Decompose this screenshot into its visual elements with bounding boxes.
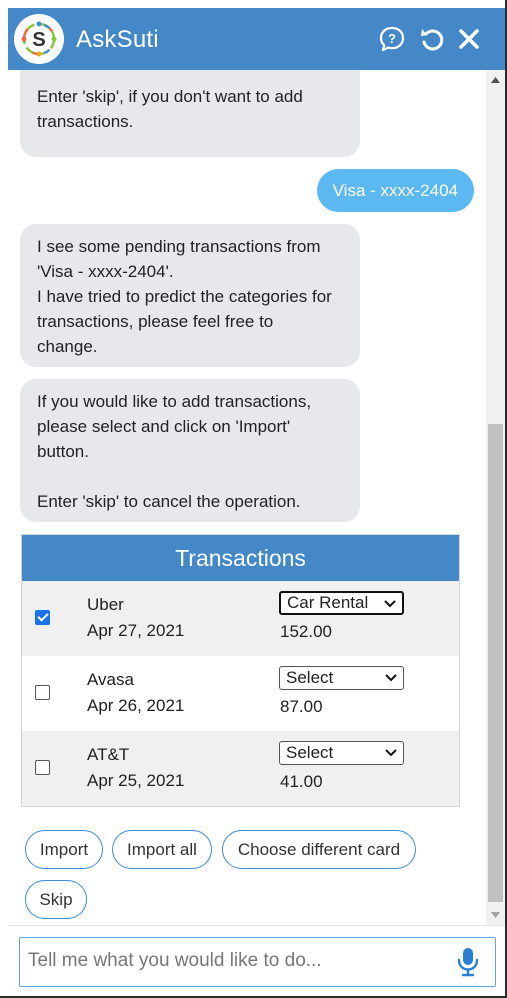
message-input[interactable] [20,938,440,984]
import-all-button[interactable]: Import all [112,830,212,869]
transaction-date: Apr 26, 2021 [87,696,185,715]
chat-title: AskSuti [76,26,159,53]
transaction-amount: 41.00 [280,772,323,791]
transaction-amount: 152.00 [280,622,332,641]
message-line: transactions. [37,112,134,131]
asksuti-logo-icon: S [14,14,64,64]
bot-message: I see some pending transactions from 'Vi… [20,224,360,367]
close-icon[interactable] [454,24,484,54]
choose-different-card-button[interactable]: Choose different card [222,830,416,869]
message-line: button. [37,442,89,461]
message-line: transactions, please feel free to [37,312,274,331]
message-input-box [19,937,496,987]
refresh-icon[interactable] [417,24,447,54]
transaction-date: Apr 25, 2021 [87,771,185,790]
message-line: If you would like to add transactions, [37,392,312,411]
transaction-row: Avasa Apr 26, 2021 Select 87.00 [22,656,459,731]
svg-text:?: ? [388,31,396,46]
message-composer [8,925,505,996]
category-select-value: Car Rental [287,593,369,612]
transaction-checkbox[interactable] [35,610,50,625]
category-select[interactable]: Select [279,741,404,765]
transaction-checkbox[interactable] [35,685,50,700]
chat-messages[interactable]: Enter 'skip', if you don't want to add t… [8,70,486,925]
bot-message: Enter 'skip', if you don't want to add t… [20,70,360,157]
chat-header: S AskSuti ? [8,8,505,70]
transaction-name: Uber [87,595,124,614]
import-button[interactable]: Import [25,830,103,869]
category-select[interactable]: Select [279,666,404,690]
microphone-icon[interactable] [455,947,481,977]
transaction-amount: 87.00 [280,697,323,716]
message-line: I have tried to predict the categories f… [37,287,332,306]
skip-button[interactable]: Skip [25,880,87,919]
message-line: Enter 'skip' to cancel the operation. [37,492,301,511]
scroll-down-arrow-icon[interactable] [486,905,505,925]
message-line: Enter 'skip', if you don't want to add [37,87,303,106]
transaction-row: AT&T Apr 25, 2021 Select 41.00 [22,731,459,806]
category-select[interactable]: Car Rental [279,591,404,615]
message-line [37,464,344,489]
category-select-value: Select [286,743,334,762]
scroll-up-arrow-icon[interactable] [486,70,505,90]
category-select-value: Select [286,668,334,687]
transaction-date: Apr 27, 2021 [87,621,185,640]
bot-message: If you would like to add transactions, p… [20,379,360,522]
transactions-title: Transactions [22,535,459,581]
transaction-checkbox[interactable] [35,760,50,775]
transaction-name: Avasa [87,670,134,689]
user-message: Visa - xxxx-2404 [316,169,474,212]
transactions-card: Transactions Uber Apr 27, 2021 Car Renta… [21,534,460,807]
transaction-row: Uber Apr 27, 2021 Car Rental 152.00 [22,581,459,656]
chevron-down-icon [385,749,397,757]
scrollbar-thumb[interactable] [488,424,503,902]
message-line: I see some pending transactions from [37,237,321,256]
transaction-name: AT&T [87,745,130,764]
help-chat-icon[interactable]: ? [377,24,407,54]
chevron-down-icon [385,674,397,682]
message-line: please select and click on 'Import' [37,417,291,436]
message-line: change. [37,337,98,356]
chat-window: S AskSuti ? Enter 'skip', if you don't w… [0,0,507,998]
chevron-down-icon [384,600,396,608]
chat-scrollbar[interactable] [486,70,505,925]
message-line: 'Visa - xxxx-2404'. [37,262,174,281]
svg-text:S: S [32,29,45,51]
